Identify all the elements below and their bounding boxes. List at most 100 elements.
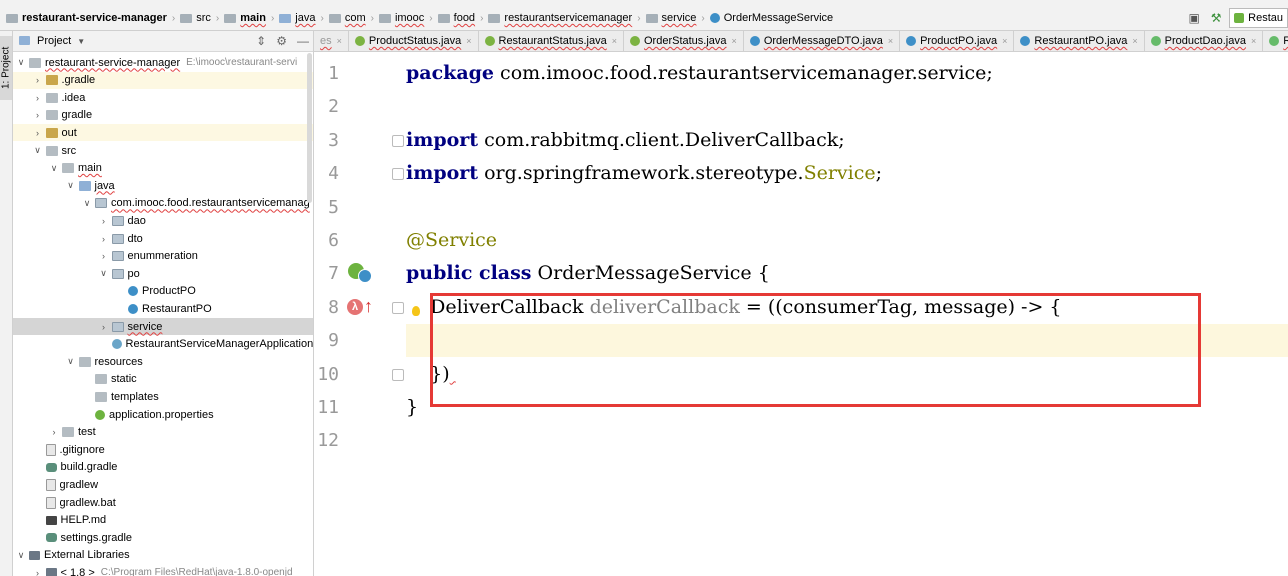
close-icon[interactable]: × bbox=[612, 36, 617, 46]
editor-tab[interactable]: OrderStatus.java × bbox=[624, 31, 744, 51]
tree-item[interactable]: ∨ src bbox=[13, 142, 313, 159]
chevron-down-icon[interactable]: ∨ bbox=[98, 268, 110, 279]
chevron-down-icon[interactable]: ∨ bbox=[32, 145, 44, 156]
code-line[interactable]: public class OrderMessageService { bbox=[406, 257, 1288, 290]
fold-marker-icon[interactable] bbox=[392, 134, 404, 147]
tree-item[interactable]: ∨ External Libraries bbox=[13, 547, 313, 564]
code-line[interactable]: import org.springframework.stereotype.Se… bbox=[406, 157, 1288, 190]
breadcrumb-item[interactable]: restaurantservicemanager bbox=[486, 12, 634, 24]
tree-item[interactable]: ›build.gradle bbox=[13, 459, 313, 476]
breadcrumb-item[interactable]: java bbox=[277, 12, 317, 24]
fold-marker-icon[interactable] bbox=[392, 368, 404, 381]
tree-item[interactable]: › < 1.8 > C:\Program Files\RedHat\java-1.8… bbox=[13, 564, 313, 576]
tree-item[interactable]: › .gradle bbox=[13, 71, 313, 89]
editor-tab[interactable]: es × bbox=[314, 31, 349, 51]
chevron-right-icon[interactable]: › bbox=[32, 110, 44, 120]
tree-item[interactable]: ∨ resources bbox=[13, 353, 313, 370]
close-icon[interactable]: × bbox=[337, 36, 342, 46]
breadcrumb-item[interactable]: OrderMessageService bbox=[708, 12, 835, 24]
code-line[interactable] bbox=[406, 90, 1288, 123]
tree-item[interactable]: ›application.properties bbox=[13, 406, 313, 423]
breadcrumb-item[interactable]: restaurant-service-manager bbox=[4, 12, 169, 24]
chevron-down-icon[interactable]: ∨ bbox=[48, 163, 60, 174]
tree-item[interactable]: › out bbox=[13, 124, 313, 142]
tree-item[interactable]: ›.gitignore bbox=[13, 441, 313, 458]
tree-item[interactable]: ∨ po bbox=[13, 265, 313, 282]
project-panel-title[interactable]: Project bbox=[37, 35, 71, 47]
tree-item[interactable]: › dao bbox=[13, 212, 313, 229]
tree-item[interactable]: ›RestaurantServiceManagerApplication bbox=[13, 336, 313, 353]
code-line[interactable]: package com.imooc.food.restaurantservice… bbox=[406, 57, 1288, 90]
chevron-down-icon[interactable]: ∨ bbox=[81, 198, 93, 209]
editor-tab[interactable]: RestaurantPO.java × bbox=[1014, 31, 1145, 51]
code-line[interactable]: import com.rabbitmq.client.DeliverCallba… bbox=[406, 124, 1288, 157]
fold-marker-icon[interactable] bbox=[392, 168, 404, 181]
chevron-right-icon[interactable]: › bbox=[48, 427, 60, 437]
tree-item[interactable]: › enummeration bbox=[13, 248, 313, 265]
tree-item[interactable]: ›templates bbox=[13, 388, 313, 405]
breadcrumb-item[interactable]: src bbox=[178, 12, 213, 24]
tree-item[interactable]: ›RestaurantPO bbox=[13, 300, 313, 317]
close-icon[interactable]: × bbox=[466, 36, 471, 46]
build-hammer-icon[interactable]: ⚒ bbox=[1207, 9, 1225, 27]
breadcrumb-item[interactable]: service bbox=[644, 12, 699, 24]
editor-tab[interactable]: ProductPO.java × bbox=[900, 31, 1015, 51]
tree-item[interactable]: › test bbox=[13, 424, 313, 441]
chevron-down-icon[interactable]: ▼ bbox=[77, 37, 85, 46]
tree-item[interactable]: ∨ restaurant-service-manager E:\imooc\rest… bbox=[13, 54, 313, 71]
chevron-right-icon[interactable]: › bbox=[98, 322, 110, 332]
tree-item[interactable]: ›static bbox=[13, 371, 313, 388]
tree-item[interactable]: ›gradlew.bat bbox=[13, 494, 313, 511]
chevron-down-icon[interactable]: ∨ bbox=[65, 356, 77, 367]
editor-tab[interactable]: ProductStatus.java × bbox=[349, 31, 479, 51]
chevron-right-icon[interactable]: › bbox=[98, 234, 110, 244]
run-configuration-select[interactable]: Restau bbox=[1229, 8, 1288, 28]
code-line[interactable] bbox=[406, 191, 1288, 224]
editor-tab[interactable]: ProductDao.java × bbox=[1145, 31, 1264, 51]
tree-item[interactable]: ∨ com.imooc.food.restaurantservicemanag bbox=[13, 195, 313, 212]
breadcrumb-item[interactable]: com bbox=[327, 12, 368, 24]
tree-item[interactable]: ›settings.gradle bbox=[13, 529, 313, 546]
scrollbar[interactable] bbox=[307, 53, 312, 203]
chevron-down-icon[interactable]: ∨ bbox=[15, 57, 27, 68]
editor-tab[interactable]: RestaurantStatus.java × bbox=[479, 31, 624, 51]
close-icon[interactable]: × bbox=[732, 36, 737, 46]
chevron-right-icon[interactable]: › bbox=[32, 568, 44, 576]
chevron-right-icon[interactable]: › bbox=[32, 75, 44, 85]
chevron-right-icon[interactable]: › bbox=[98, 251, 110, 261]
gear-icon[interactable]: ⚙ bbox=[276, 34, 287, 48]
close-icon[interactable]: × bbox=[1132, 36, 1137, 46]
tree-item[interactable]: ›gradlew bbox=[13, 476, 313, 493]
implemented-arrow-icon[interactable]: ↑ bbox=[364, 296, 373, 316]
chevron-down-icon[interactable]: ∨ bbox=[65, 180, 77, 191]
breadcrumb-item[interactable]: main bbox=[222, 12, 268, 24]
tree-item[interactable]: › gradle bbox=[13, 107, 313, 124]
tree-item[interactable]: ∨ java bbox=[13, 177, 313, 194]
breadcrumb-item[interactable]: imooc bbox=[377, 12, 426, 24]
hide-icon[interactable]: — bbox=[297, 34, 309, 48]
chevron-right-icon[interactable]: › bbox=[98, 216, 110, 226]
chevron-right-icon[interactable]: › bbox=[32, 93, 44, 103]
editor-tab[interactable]: Re bbox=[1263, 31, 1288, 51]
lambda-icon[interactable]: λ bbox=[347, 298, 363, 315]
close-icon[interactable]: × bbox=[1002, 36, 1007, 46]
close-icon[interactable]: × bbox=[888, 36, 893, 46]
tree-item[interactable]: › dto bbox=[13, 230, 313, 247]
layout-icon[interactable]: ▣ bbox=[1185, 9, 1203, 27]
tree-item[interactable]: ›HELP.md bbox=[13, 512, 313, 529]
class-icon[interactable] bbox=[358, 269, 372, 284]
code-line[interactable] bbox=[406, 424, 1288, 457]
project-tool-window-tab[interactable]: 1: Project bbox=[0, 36, 12, 100]
breadcrumb-item[interactable]: food bbox=[436, 12, 477, 24]
tree-item[interactable]: ∨ main bbox=[13, 160, 313, 177]
code-line[interactable]: @Service bbox=[406, 224, 1288, 257]
tree-item[interactable]: › service bbox=[13, 318, 313, 335]
collapse-all-icon[interactable]: ⇕ bbox=[256, 34, 266, 48]
chevron-right-icon[interactable]: › bbox=[32, 128, 44, 138]
fold-marker-icon[interactable] bbox=[392, 301, 404, 314]
editor-tab[interactable]: OrderMessageDTO.java × bbox=[744, 31, 901, 51]
tree-item[interactable]: › .idea bbox=[13, 89, 313, 106]
tree-item[interactable]: ›ProductPO bbox=[13, 283, 313, 300]
close-icon[interactable]: × bbox=[1251, 36, 1256, 46]
chevron-down-icon[interactable]: ∨ bbox=[15, 550, 27, 561]
